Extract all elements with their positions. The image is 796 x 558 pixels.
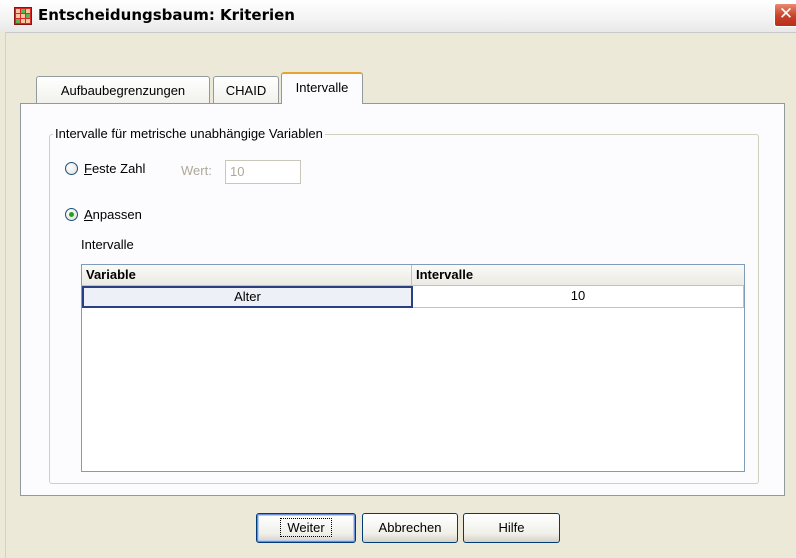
column-header-variable[interactable]: Variable bbox=[82, 265, 412, 285]
close-button[interactable]: ✕ bbox=[774, 3, 796, 27]
spss-grid-icon bbox=[14, 7, 32, 25]
radio-checked-icon[interactable] bbox=[65, 208, 78, 221]
wert-label: Wert: bbox=[181, 163, 212, 178]
hilfe-button[interactable]: Hilfe bbox=[463, 513, 560, 543]
groupbox-legend: Intervalle für metrische unabhängige Var… bbox=[53, 126, 325, 141]
table-header: Variable Intervalle bbox=[82, 265, 744, 286]
close-icon: ✕ bbox=[778, 4, 794, 24]
intervals-table-label: Intervalle bbox=[81, 237, 134, 252]
tab-panel-intervalle: Intervalle für metrische unabhängige Var… bbox=[20, 103, 785, 496]
radio-unchecked-icon[interactable] bbox=[65, 162, 78, 175]
wert-input[interactable]: 10 bbox=[225, 160, 301, 184]
window-frame bbox=[0, 32, 6, 558]
tab-intervalle[interactable]: Intervalle bbox=[281, 72, 363, 104]
radio-anpassen[interactable]: Anpassen bbox=[65, 207, 142, 222]
weiter-button[interactable]: Weiter bbox=[256, 513, 356, 543]
column-header-intervalle[interactable]: Intervalle bbox=[412, 265, 744, 285]
cell-intervalle-value[interactable]: 10 bbox=[413, 286, 744, 308]
dialog-window: Entscheidungsbaum: Kriterien ✕ Aufbaubeg… bbox=[0, 0, 796, 558]
intervals-groupbox: Intervalle für metrische unabhängige Var… bbox=[49, 126, 759, 484]
window-title: Entscheidungsbaum: Kriterien bbox=[38, 6, 295, 24]
radio-feste-zahl[interactable]: Feste Zahl bbox=[65, 161, 145, 176]
radio-anpassen-label: Anpassen bbox=[84, 207, 142, 222]
weiter-button-label: Weiter bbox=[280, 518, 332, 537]
cell-variable-alter[interactable]: Alter bbox=[82, 286, 413, 308]
tab-chaid[interactable]: CHAID bbox=[213, 76, 279, 103]
abbrechen-button[interactable]: Abbrechen bbox=[362, 513, 458, 543]
table-row: Alter 10 bbox=[82, 286, 744, 308]
title-bar[interactable]: Entscheidungsbaum: Kriterien ✕ bbox=[0, 0, 796, 33]
intervals-table: Variable Intervalle Alter 10 bbox=[81, 264, 745, 472]
tab-aufbaubegrenzungen[interactable]: Aufbaubegrenzungen bbox=[36, 76, 210, 103]
radio-feste-zahl-label: Feste Zahl bbox=[84, 161, 146, 176]
